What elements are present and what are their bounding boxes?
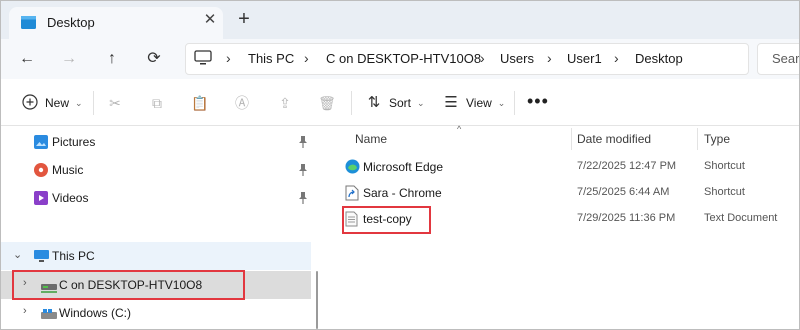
view-button[interactable]: ☰ View ⌄ (442, 93, 505, 113)
file-date: 7/22/2025 12:47 PM (577, 160, 677, 172)
breadcrumb-this-pc[interactable]: This PC (248, 51, 294, 66)
nav-label: Pictures (52, 135, 96, 149)
list-item[interactable]: Microsoft Edge 7/22/2025 12:47 PM Shortc… (337, 156, 799, 178)
tab-bar: Desktop ✕ + (1, 1, 799, 39)
copy-icon[interactable]: ⧉ (147, 93, 167, 113)
computer-icon (194, 50, 212, 66)
new-tab-button[interactable]: + (235, 9, 253, 29)
pictures-icon (34, 135, 48, 149)
search-input[interactable]: Search (757, 43, 800, 75)
folder-icon (21, 16, 36, 29)
new-label: New (45, 96, 70, 110)
sort-label: Sort (389, 96, 412, 110)
videos-icon (34, 191, 48, 205)
divider (351, 91, 352, 115)
divider (93, 91, 94, 115)
sort-icon: ⇅ (367, 94, 381, 111)
sort-ascending-icon: ^ (457, 124, 462, 134)
tab-title: Desktop (47, 15, 95, 30)
column-divider[interactable] (697, 128, 698, 150)
local-drive-icon (41, 308, 57, 322)
chevron-down-icon: ⌄ (497, 97, 506, 108)
chevron-down-icon: ⌄ (417, 97, 425, 108)
breadcrumb-c-drive[interactable]: C on DESKTOP-HTV10O8 (326, 51, 481, 66)
chevron-down-icon: ⌄ (75, 97, 83, 108)
refresh-button[interactable]: ⟳ (142, 47, 166, 71)
column-divider[interactable] (571, 128, 572, 150)
breadcrumb-separator: › (480, 50, 485, 66)
computer-icon (34, 249, 49, 263)
chevron-down-icon[interactable]: ⌄ (13, 248, 22, 261)
pin-icon[interactable] (298, 164, 308, 179)
close-tab-icon[interactable]: ✕ (202, 12, 218, 28)
search-placeholder: Search (772, 51, 800, 66)
cut-icon[interactable]: ✂ (105, 93, 125, 113)
view-list-icon: ☰ (444, 94, 458, 111)
rename-icon[interactable]: Ⓐ (232, 93, 252, 113)
breadcrumb-desktop[interactable]: Desktop (635, 51, 683, 66)
new-button[interactable]: New ⌄ (21, 93, 83, 113)
divider (514, 91, 515, 115)
column-date-modified[interactable]: Date modified (577, 132, 651, 146)
file-type: Shortcut (704, 160, 745, 172)
pin-icon[interactable] (298, 136, 308, 151)
highlight-box (342, 206, 431, 234)
nav-label: This PC (52, 249, 95, 263)
paste-icon[interactable]: 📋 (190, 93, 210, 113)
nav-item-music[interactable]: Music (1, 156, 311, 184)
nav-item-windows-c[interactable]: › Windows (C:) (1, 299, 311, 327)
column-name[interactable]: Name (355, 132, 387, 146)
file-name: Sara - Chrome (363, 186, 442, 200)
pin-icon[interactable] (298, 192, 308, 207)
edge-icon (345, 159, 360, 175)
address-bar[interactable]: › This PC › C on DESKTOP-HTV10O8 › Users… (185, 43, 749, 75)
nav-item-videos[interactable]: Videos (1, 184, 311, 212)
share-icon[interactable]: ⇪ (275, 93, 295, 113)
nav-item-pictures[interactable]: Pictures (1, 128, 311, 156)
tab-desktop[interactable]: Desktop ✕ (9, 7, 223, 39)
up-button[interactable]: ↑ (100, 47, 124, 71)
nav-label: Music (52, 163, 84, 177)
forward-button[interactable]: → (57, 47, 81, 71)
breadcrumb-separator: › (614, 50, 619, 66)
view-label: View (466, 96, 492, 110)
file-name: Microsoft Edge (363, 160, 444, 174)
file-type: Text Document (704, 212, 778, 224)
back-button[interactable]: ← (15, 47, 39, 71)
delete-icon[interactable]: 🗑 (317, 93, 337, 113)
sort-button[interactable]: ⇅ Sort ⌄ (365, 93, 425, 113)
nav-item-this-pc[interactable]: ⌄ This PC (1, 242, 311, 270)
file-explorer-window: Desktop ✕ + ← → ↑ ⟳ › This PC › C on DES… (0, 0, 800, 330)
file-date: 7/25/2025 6:44 AM (577, 186, 670, 198)
command-bar: New ⌄ ✂ ⧉ 📋 Ⓐ ⇪ 🗑 ⇅ Sort ⌄ ☰ View ⌄ ••• (1, 81, 799, 126)
breadcrumb-user1[interactable]: User1 (567, 51, 602, 66)
column-type[interactable]: Type (704, 132, 730, 146)
address-row: ← → ↑ ⟳ › This PC › C on DESKTOP-HTV10O8… (1, 39, 799, 79)
highlight-box (12, 270, 245, 300)
file-date: 7/29/2025 11:36 PM (577, 212, 676, 224)
music-icon (34, 163, 48, 177)
list-item[interactable]: Sara - Chrome 7/25/2025 6:44 AM Shortcut (337, 182, 799, 204)
nav-label: Windows (C:) (59, 306, 132, 320)
nav-label: Videos (52, 191, 89, 205)
file-type: Shortcut (704, 186, 745, 198)
shortcut-icon (345, 185, 359, 201)
breadcrumb-separator: › (226, 50, 231, 66)
more-options-icon[interactable]: ••• (527, 91, 549, 112)
nav-scrollbar[interactable] (316, 271, 318, 329)
breadcrumb-separator: › (304, 50, 309, 66)
breadcrumb-users[interactable]: Users (500, 51, 534, 66)
chevron-right-icon[interactable]: › (23, 305, 27, 317)
plus-circle-icon (21, 94, 39, 112)
breadcrumb-separator: › (547, 50, 552, 66)
